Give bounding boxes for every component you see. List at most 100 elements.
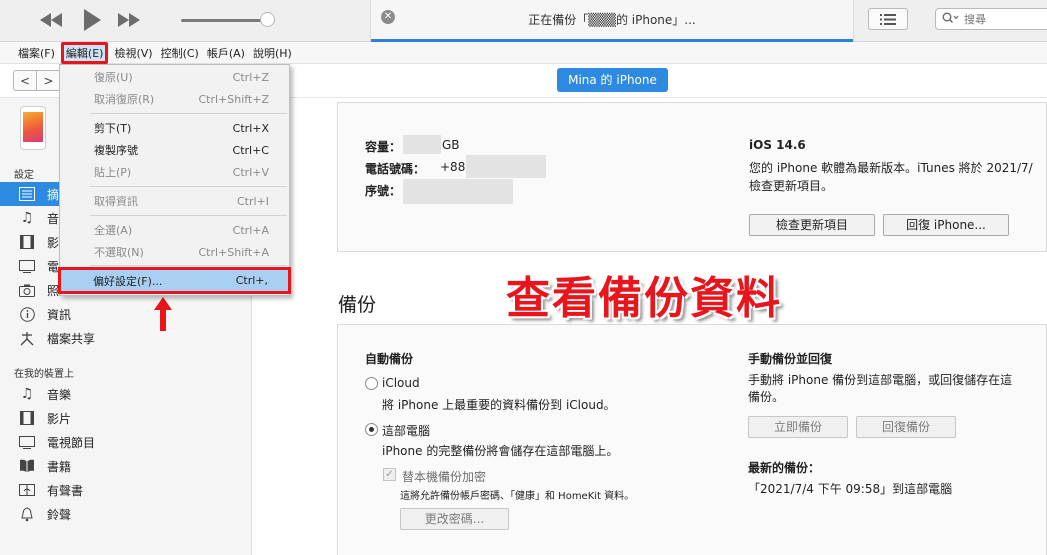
menu-item-shortcut: Ctrl+Shift+A [198, 245, 269, 259]
sidebar-item-label: 摘 [47, 187, 60, 202]
sidebar-item-label: 鈴聲 [47, 507, 72, 522]
rewind-icon[interactable] [38, 9, 64, 31]
capacity-label: 容量： [365, 140, 402, 154]
volume-slider-knob[interactable] [260, 12, 276, 27]
manual-backup-description-2: 備份。 [748, 390, 785, 404]
list-icon[interactable] [868, 8, 908, 30]
music-note-icon: ♫ [20, 210, 34, 226]
device-tab[interactable]: Mina 的 iPhone [557, 68, 668, 92]
sidebar-item-label: 影 [47, 235, 60, 250]
sidebar-item-device-tv[interactable]: 電視節目 [0, 430, 252, 454]
file-sharing-icon [18, 329, 36, 347]
search-input[interactable] [964, 12, 1034, 26]
this-computer-label[interactable]: 這部電腦 [382, 422, 430, 439]
backup-now-button[interactable]: 立即備份 [748, 416, 848, 438]
menu-item-undo[interactable]: 復原(U) Ctrl+Z [60, 66, 289, 88]
search-field[interactable] [935, 8, 1047, 30]
menu-item-shortcut: Ctrl+X [232, 121, 269, 135]
annotation-title: 查看備份資料 [506, 273, 782, 324]
film-icon [18, 409, 36, 427]
serial-label: 序號： [365, 184, 402, 198]
menu-separator [90, 265, 287, 266]
menu-item-select-none[interactable]: 不選取(N) Ctrl+Shift+A [60, 241, 289, 263]
restore-iphone-button[interactable]: 回復 iPhone... [883, 214, 1009, 236]
sidebar-item-label: 有聲書 [47, 483, 84, 498]
forward-button[interactable]: > [37, 70, 61, 91]
menu-item-shortcut: Ctrl+C [232, 143, 269, 157]
bell-icon [18, 505, 36, 523]
sidebar-item-device-books[interactable]: 書籍 [0, 454, 252, 478]
icloud-description: 將 iPhone 上最重要的資料備份到 iCloud。 [382, 398, 616, 412]
search-icon [942, 12, 960, 27]
latest-backup-value: 「2021/7/4 下午 09:58」到這部電腦 [748, 482, 953, 496]
back-button[interactable]: < [13, 70, 37, 91]
menu-item-cut[interactable]: 剪下(T) Ctrl+X [60, 117, 289, 139]
fast-forward-icon[interactable] [116, 9, 142, 31]
menu-item-paste[interactable]: 貼上(P) Ctrl+V [60, 161, 289, 183]
sidebar-item-info[interactable]: 資訊 [0, 302, 252, 326]
sidebar-device-header: 在我的裝置上 [14, 369, 74, 380]
sidebar-item-device-music[interactable]: ♫ 音樂 [0, 382, 252, 406]
play-icon[interactable] [79, 6, 105, 34]
sidebar-item-label: 影片 [47, 411, 72, 426]
title-bar: ✕ 正在備份「▒▒▒的 iPhone」... [0, 0, 1047, 42]
encrypt-label[interactable]: 替本機備份加密 [402, 468, 486, 485]
audiobook-icon [18, 481, 36, 499]
sidebar-item-device-tones[interactable]: 鈴聲 [0, 502, 252, 526]
tv-icon [18, 257, 36, 275]
menu-separator [90, 215, 287, 216]
menu-account[interactable]: 帳戶(A) [203, 43, 249, 63]
menu-item-get-info[interactable]: 取得資訊 Ctrl+I [60, 190, 289, 212]
menu-item-label: 取消復原(R) [94, 93, 155, 106]
check-update-button[interactable]: 檢查更新項目 [749, 214, 875, 236]
encrypt-description: 這將允許備份帳戶密碼、「健康」和 HomeKit 資料。 [400, 491, 635, 502]
menu-item-shortcut: Ctrl+, [235, 274, 268, 287]
icloud-radio[interactable] [365, 377, 378, 390]
menu-edit[interactable]: 編輯(E) [60, 41, 109, 64]
menu-item-label: 不選取(N) [94, 246, 144, 259]
menu-item-preferences[interactable]: 偏好設定(F)... Ctrl+, [58, 267, 291, 294]
menu-controls[interactable]: 控制(C) [157, 43, 203, 63]
menu-item-label: 取得資訊 [94, 195, 138, 208]
film-icon [18, 233, 36, 251]
device-thumbnail[interactable] [20, 106, 46, 150]
sidebar-item-label: 音 [47, 211, 60, 226]
menu-item-shortcut: Ctrl+V [232, 165, 269, 179]
auto-backup-title: 自動備份 [365, 352, 414, 366]
sidebar-item-device-audiobooks[interactable]: 有聲書 [0, 478, 252, 502]
sidebar-item-label: 電視節目 [47, 435, 96, 450]
phone-label: 電話號碼： [365, 162, 426, 176]
sidebar-item-device-movies[interactable]: 影片 [0, 406, 252, 430]
sidebar-settings-header: 設定 [14, 170, 34, 181]
menu-help[interactable]: 說明(H) [249, 43, 296, 63]
menu-separator [90, 113, 287, 114]
menu-item-select-all[interactable]: 全選(A) Ctrl+A [60, 219, 289, 241]
sidebar-item-file-sharing[interactable]: 檔案共享 [0, 326, 252, 350]
menu-item-copy-serial[interactable]: 複製序號 Ctrl+C [60, 139, 289, 161]
main-content: 容量： GB 電話號碼： +886 序號： iOS 14.6 您的 iPhone… [253, 98, 1047, 555]
menu-item-label: 複製序號 [94, 144, 138, 157]
tv-icon [18, 433, 36, 451]
change-password-button[interactable]: 更改密碼... [400, 508, 509, 530]
status-display: ✕ 正在備份「▒▒▒的 iPhone」... [370, 0, 854, 42]
this-computer-radio[interactable] [365, 423, 378, 436]
restore-backup-button[interactable]: 回復備份 [856, 416, 956, 438]
capacity-unit: GB [442, 138, 460, 152]
sidebar-item-label: 音樂 [47, 387, 72, 402]
menu-view[interactable]: 檢視(V) [110, 43, 156, 63]
menu-file[interactable]: 檔案(F) [14, 43, 59, 63]
menu-item-shortcut: Ctrl+A [232, 223, 269, 237]
backup-panel: 自動備份 iCloud 將 iPhone 上最重要的資料備份到 iCloud。 … [337, 324, 1047, 555]
phone-number-redacted [466, 155, 546, 178]
camera-icon [18, 281, 36, 299]
latest-backup-title: 最新的備份： [748, 461, 821, 475]
encrypt-checkbox[interactable]: ✓ [383, 468, 396, 481]
this-computer-description: iPhone 的完整備份將會儲存在這部電腦上。 [382, 444, 619, 458]
capacity-value-redacted [403, 135, 441, 154]
icloud-label[interactable]: iCloud [382, 376, 420, 390]
menu-item-redo[interactable]: 取消復原(R) Ctrl+Shift+Z [60, 88, 289, 110]
music-note-icon: ♫ [20, 386, 34, 402]
menu-item-shortcut: Ctrl+Shift+Z [198, 92, 269, 106]
menu-item-label: 全選(A) [94, 224, 133, 237]
manual-backup-title: 手動備份並回復 [748, 352, 833, 366]
